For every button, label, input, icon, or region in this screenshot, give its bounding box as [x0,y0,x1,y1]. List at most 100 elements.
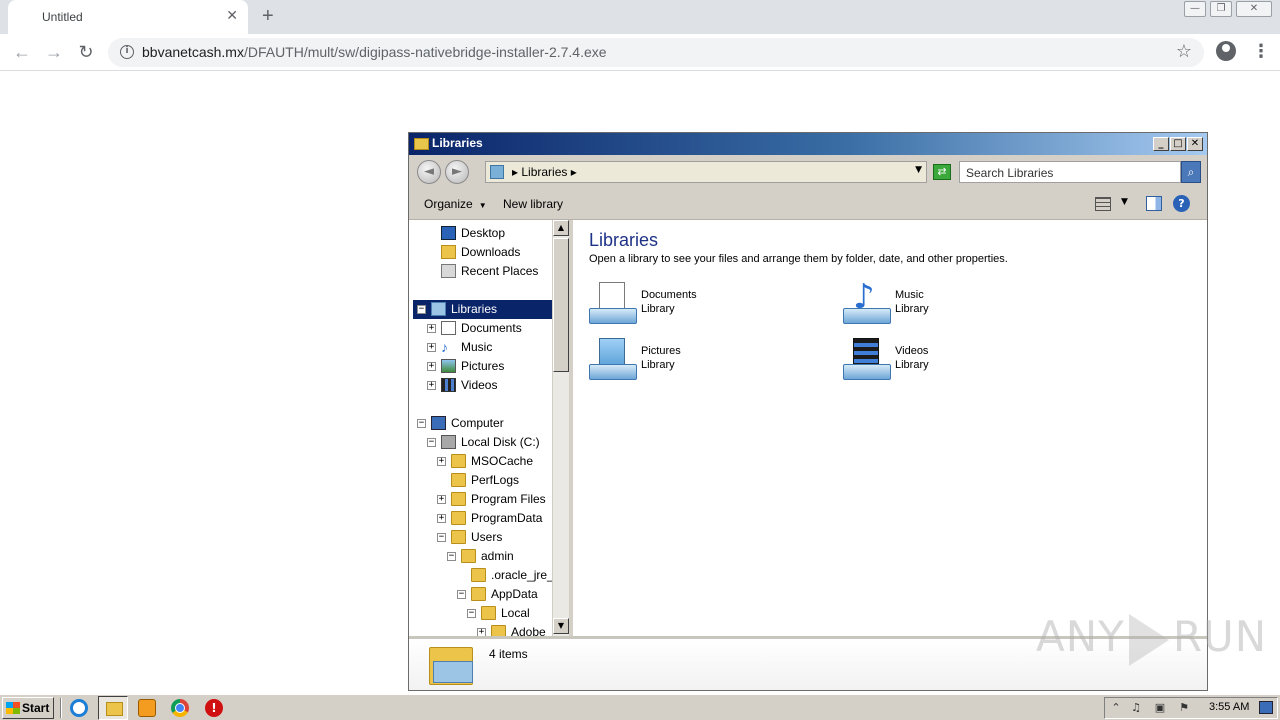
new-tab-button[interactable]: + [262,5,274,27]
tree-item-libraries[interactable]: − Libraries [413,300,552,319]
network-icon[interactable]: ▣ [1153,701,1167,715]
documents-library-icon [589,280,637,328]
folder-locked-icon [451,454,466,468]
pictures-library-icon [589,336,637,384]
tree-item-local-disk[interactable]: − Local Disk (C:) [427,433,551,452]
volume-icon[interactable]: ♫ [1129,701,1143,715]
tree-item-program-files[interactable]: + Program Files [437,490,551,509]
close-window-button[interactable]: ✕ [1236,1,1272,17]
url-domain: bbvanetcash.mx [142,44,244,60]
browser-tab[interactable]: Untitled ✕ [8,0,248,34]
minimize-button[interactable]: — [1184,1,1206,17]
tree-item-msocache[interactable]: + MSOCache [437,452,551,471]
libraries-heading: Libraries [589,230,659,250]
restore-button[interactable]: ❐ [1210,1,1232,17]
tree-item-admin[interactable]: − admin [447,547,551,566]
explorer-titlebar[interactable]: Libraries _ □ ✕ [409,133,1207,155]
tree-item-videos[interactable]: + Videos [427,376,547,395]
library-videos[interactable]: Videos Library [843,336,1063,388]
expand-music-icon[interactable]: + [427,343,436,352]
scroll-thumb[interactable] [553,238,569,372]
change-view-icon[interactable] [1095,197,1111,211]
preview-pane-icon[interactable] [1146,196,1162,211]
explorer-back-icon[interactable]: ◄ [417,160,441,184]
collapse-computer-icon[interactable]: − [417,419,426,428]
documents-icon [441,321,456,335]
tree-item-users[interactable]: − Users [437,528,551,547]
collapse-libraries-icon[interactable]: − [417,305,426,314]
explorer-taskbar-button[interactable] [98,696,128,720]
view-options-dropdown-icon[interactable]: ▼ [1121,197,1128,207]
navigation-scrollbar[interactable]: ▲ ▼ [552,220,569,636]
tree-item-local[interactable]: − Local [467,604,551,623]
show-hidden-icons-icon[interactable]: ⌃ [1109,701,1123,715]
internet-explorer-icon[interactable] [70,699,88,717]
action-center-flag-icon[interactable]: ⚑ [1177,701,1191,715]
expand-program-files-icon[interactable]: + [437,495,446,504]
tree-item-pictures[interactable]: + Pictures [427,357,547,376]
tree-item-desktop[interactable]: Desktop [439,224,549,243]
explorer-minimize-button[interactable]: _ [1153,137,1169,151]
scroll-down-icon[interactable]: ▼ [553,618,569,634]
collapse-admin-icon[interactable]: − [447,552,456,561]
tree-item-documents[interactable]: + Documents [427,319,547,338]
expand-msocache-icon[interactable]: + [437,457,446,466]
tree-item-oracle-jre[interactable]: .oracle_jre_ [457,566,554,585]
site-info-icon[interactable]: i [120,45,134,59]
tree-item-downloads[interactable]: Downloads [439,243,549,262]
back-arrow-icon[interactable]: ← [10,40,34,64]
explorer-maximize-button[interactable]: □ [1170,137,1186,151]
computer-icon [431,416,446,430]
help-icon[interactable]: ? [1173,195,1190,212]
music-icon: ♪ [441,339,448,355]
tree-item-computer[interactable]: − Computer [417,414,547,433]
expand-pictures-icon[interactable]: + [427,362,436,371]
browser-menu-icon[interactable]: ⋮ [1252,40,1270,64]
show-desktop-icon[interactable] [1259,701,1273,714]
tree-item-perflogs[interactable]: PerfLogs [437,471,551,490]
play-logo-icon [1128,613,1169,666]
search-icon[interactable]: ⌕ [1181,161,1201,183]
library-documents[interactable]: Documents Library [589,280,809,332]
explorer-close-button[interactable]: ✕ [1187,137,1203,151]
account-icon[interactable] [1216,41,1236,61]
tree-item-adobe[interactable]: + Adobe [477,623,551,636]
explorer-path-field[interactable]: ▸ Libraries ▸ ▼ [485,161,927,183]
tree-item-music[interactable]: + ♪ Music [427,338,547,357]
explorer-forward-icon[interactable]: ► [445,160,469,184]
url-text[interactable]: bbvanetcash.mx/DFAUTH/mult/sw/digipass-n… [142,44,607,60]
libraries-title-icon [414,138,429,150]
address-dropdown-icon[interactable]: ▼ [915,165,922,175]
forward-arrow-icon[interactable]: → [42,40,66,64]
media-player-icon[interactable] [138,699,156,717]
bookmark-star-icon[interactable]: ☆ [1176,41,1192,62]
collapse-appdata-icon[interactable]: − [457,590,466,599]
expand-programdata-icon[interactable]: + [437,514,446,523]
expand-adobe-icon[interactable]: + [477,628,486,636]
collapse-local-icon[interactable]: − [467,609,476,618]
expand-documents-icon[interactable]: + [427,324,436,333]
address-crumb[interactable]: ▸ Libraries ▸ [512,165,577,179]
start-button[interactable]: Start [2,697,54,719]
expand-videos-icon[interactable]: + [427,381,436,390]
collapse-users-icon[interactable]: − [437,533,446,542]
tree-item-appdata[interactable]: − AppData [457,585,551,604]
address-bar[interactable]: i bbvanetcash.mx/DFAUTH/mult/sw/digipass… [108,38,1204,67]
reload-icon[interactable]: ↻ [74,40,98,64]
clock[interactable]: 3:55 AM [1209,701,1249,713]
tab-close-icon[interactable]: ✕ [226,8,238,24]
tree-item-recent-places[interactable]: Recent Places [439,262,549,281]
chrome-icon[interactable] [171,699,189,717]
library-music[interactable]: ♪ Music Library [843,280,1063,332]
collapse-local-disk-icon[interactable]: − [427,438,436,447]
tab-title: Untitled [42,10,83,24]
scroll-up-icon[interactable]: ▲ [553,220,569,236]
tree-item-programdata[interactable]: + ProgramData [437,509,551,528]
refresh-icon[interactable]: ⇄ [933,164,951,180]
folder-icon [451,530,466,544]
stop-sign-icon[interactable]: ! [205,699,223,717]
search-input[interactable]: Search Libraries [959,161,1181,183]
organize-button[interactable]: Organize ▼ [424,197,487,211]
new-library-button[interactable]: New library [503,197,563,211]
library-pictures[interactable]: Pictures Library [589,336,809,388]
